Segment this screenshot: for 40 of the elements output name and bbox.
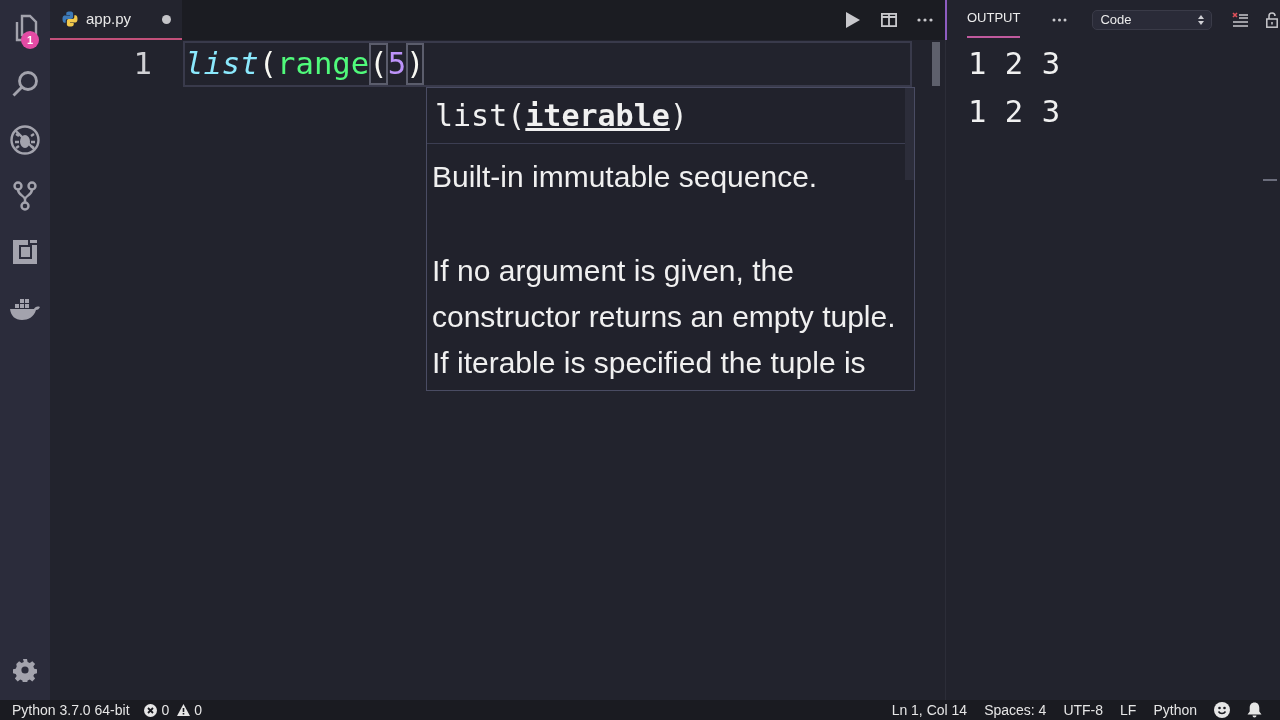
indentation-status[interactable]: Spaces: 4 bbox=[984, 699, 1047, 720]
line-number: 1 bbox=[132, 45, 153, 83]
code-line: list(range(5) bbox=[185, 43, 425, 85]
play-icon[interactable] bbox=[846, 12, 860, 28]
interpreter-status[interactable]: Python 3.7.0 64-bit bbox=[12, 699, 130, 720]
error-count[interactable]: 0 bbox=[161, 699, 170, 720]
scrollbar-thumb[interactable] bbox=[932, 42, 940, 86]
source-control-icon[interactable] bbox=[13, 181, 37, 211]
line-ending-status[interactable]: LF bbox=[1120, 699, 1137, 720]
no-bug-icon[interactable] bbox=[10, 125, 40, 155]
python-icon bbox=[62, 11, 78, 27]
encoding-status[interactable]: UTF-8 bbox=[1063, 699, 1104, 720]
signature-text: list(iterable) bbox=[435, 97, 688, 135]
more-icon[interactable] bbox=[917, 18, 933, 22]
more-icon[interactable] bbox=[1052, 18, 1068, 22]
scrollbar-thumb[interactable] bbox=[1263, 179, 1277, 181]
output-line: 1 2 3 bbox=[968, 45, 1062, 83]
clear-output-icon[interactable] bbox=[1232, 12, 1249, 28]
hover-description: Built-in immutable sequence. bbox=[432, 159, 819, 195]
language-mode[interactable]: Python bbox=[1153, 699, 1197, 720]
search-icon[interactable] bbox=[11, 70, 39, 98]
notification-badge: 1 bbox=[21, 31, 39, 49]
settings-icon[interactable] bbox=[13, 658, 37, 682]
split-editor-icon[interactable] bbox=[881, 13, 897, 27]
lock-icon[interactable] bbox=[1266, 12, 1279, 28]
bell-icon[interactable] bbox=[1247, 702, 1262, 718]
scrollbar-thumb[interactable] bbox=[905, 88, 914, 180]
error-icon[interactable] bbox=[143, 703, 157, 717]
hover-description: If no argument is given, the constructor returns an empty tuple. If iterable is specified the tuple is bbox=[432, 253, 897, 381]
box-icon[interactable] bbox=[12, 239, 38, 265]
channel-select[interactable]: Code bbox=[1092, 10, 1213, 30]
cursor-position[interactable]: Ln 1, Col 14 bbox=[891, 699, 968, 720]
output-tab[interactable]: OUTPUT bbox=[967, 0, 1021, 38]
warning-count[interactable]: 0 bbox=[194, 699, 203, 720]
whale-icon[interactable] bbox=[9, 296, 41, 320]
smiley-icon[interactable] bbox=[1214, 702, 1230, 718]
editor-tab[interactable]: app.py bbox=[50, 0, 182, 40]
updown-caret-icon bbox=[1198, 15, 1205, 25]
warning-icon[interactable] bbox=[177, 704, 191, 716]
output-line: 1 2 3 bbox=[968, 93, 1062, 131]
